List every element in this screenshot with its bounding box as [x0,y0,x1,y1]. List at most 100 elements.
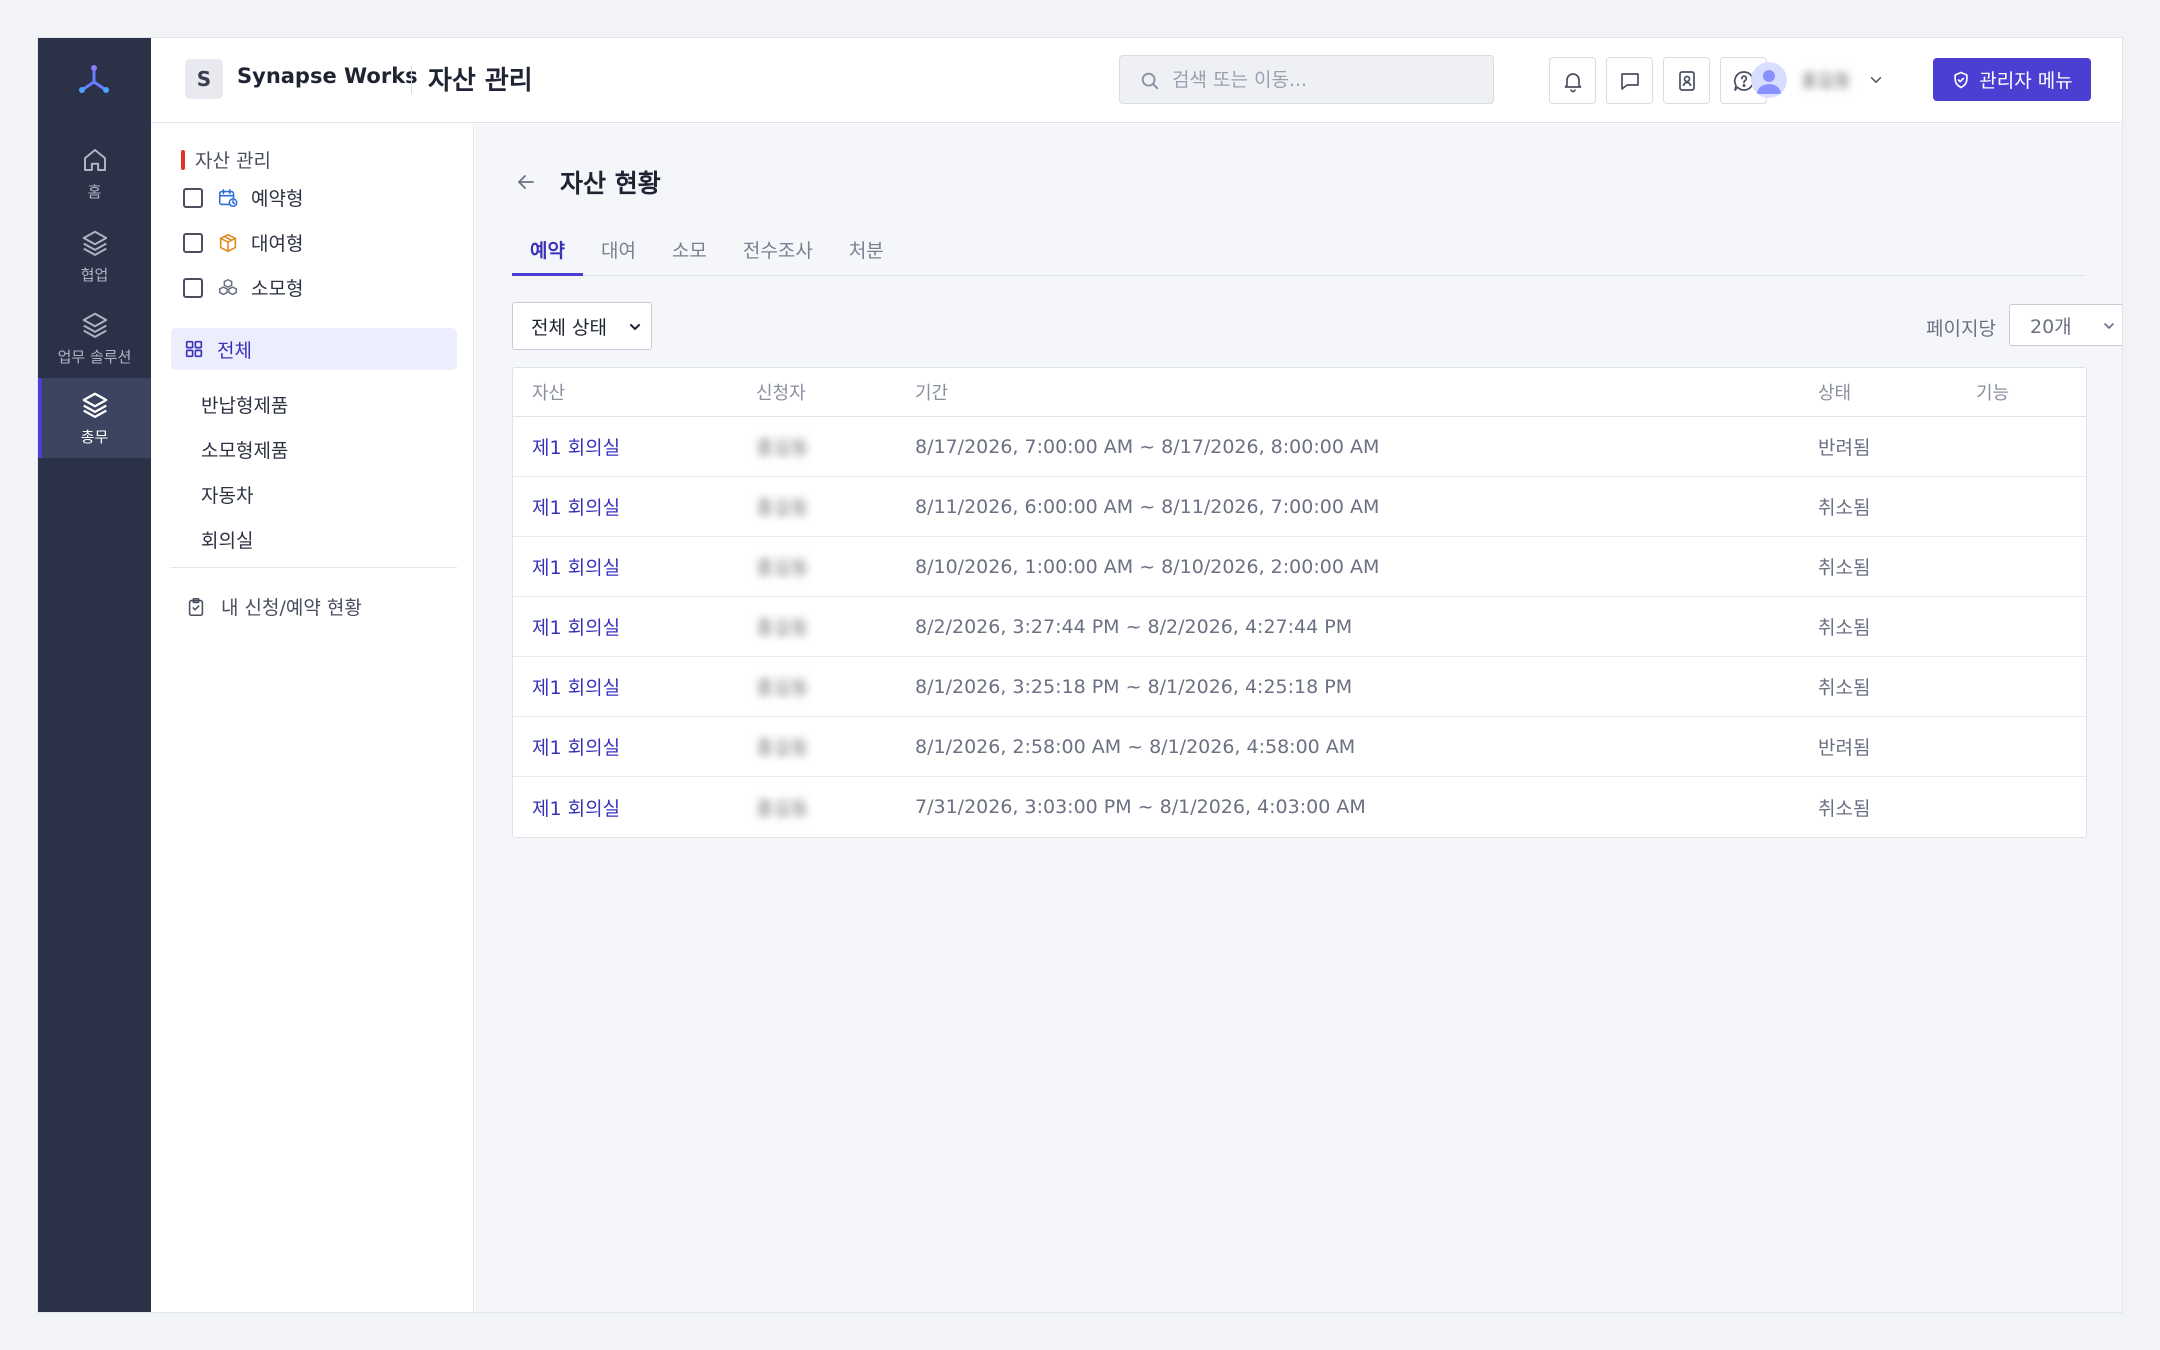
layers-icon [82,312,107,338]
sidebar-item-returnable[interactable]: 반납형제품 [201,391,288,418]
sidebar-item-my-requests[interactable]: 내 신청/예약 현황 [185,593,362,620]
consumable-checkbox[interactable] [183,277,203,298]
column-header-applicant: 신청자 [756,383,806,404]
table-row: 제1 회의실 홍길동 8/17/2026, 7:00:00 AM ~ 8/17/… [513,417,2086,477]
asset-link[interactable]: 제1 회의실 [532,717,620,776]
status-text: 반려됨 [1818,437,1871,459]
reservation-table: 자산 신청자 기간 상태 기능 제1 회의실 홍길동 8/17/2026, 7:… [512,367,2087,838]
reservation-period: 7/31/2026, 3:03:00 PM ~ 8/1/2026, 4:03:0… [915,796,1366,818]
rail-item-work-solution[interactable]: 업무 솔루션 [38,298,151,378]
main-title: 자산 현황 [560,169,661,198]
rail-item-label: 협업 [80,265,109,284]
column-header-period: 기간 [915,383,949,404]
chat-icon [1620,72,1639,90]
box-icon [219,233,237,252]
reservation-period: 8/2/2026, 3:27:44 PM ~ 8/2/2026, 4:27:44… [915,615,1353,638]
rail-item-home[interactable]: 홈 [38,133,151,213]
reservation-period: 8/1/2026, 2:58:00 AM ~ 8/1/2026, 4:58:00… [915,735,1356,758]
applicant-name: 홍길동 [756,797,809,820]
chevron-down-icon [630,324,640,331]
user-avatar-icon [1757,70,1781,94]
asset-link[interactable]: 제1 회의실 [532,597,620,656]
table-row: 제1 회의실 홍길동 8/2/2026, 3:27:44 PM ~ 8/2/20… [513,597,2086,657]
user-name: 홍길동 [1801,71,1851,92]
search-box[interactable] [1119,55,1494,104]
search-input[interactable] [1172,56,1472,103]
status-text: 취소됨 [1818,797,1871,820]
app-rail: 홈 협업 업무 솔루션 총무 [38,38,151,1312]
sidebar-item-consumable-products[interactable]: 소모형제품 [201,436,288,463]
rail-item-general-affairs[interactable]: 총무 [38,378,151,458]
filter-consumable[interactable]: 소모형 [183,274,303,301]
admin-menu-button[interactable]: 관리자 메뉴 [1933,58,2091,101]
sidebar-divider [171,567,457,568]
filter-rental[interactable]: 대여형 [183,229,303,256]
contact-book-icon [1678,70,1695,91]
per-page-value: 20개 [2030,315,2072,338]
filter-label: 소모형 [251,278,304,300]
status-text: 취소됨 [1818,617,1871,639]
chevron-down-icon [1870,77,1881,84]
sidebar-item-meeting-room[interactable]: 회의실 [201,526,253,553]
search-icon [1141,72,1159,90]
arrow-left-icon [518,175,534,189]
clipboard-check-icon [188,597,204,616]
table-row: 제1 회의실 홍길동 8/10/2026, 1:00:00 AM ~ 8/10/… [513,537,2086,597]
rail-item-collab[interactable]: 협업 [38,216,151,296]
table-row: 제1 회의실 홍길동 7/31/2026, 3:03:00 PM ~ 8/1/2… [513,777,2086,837]
tab-consumption[interactable]: 소모 [654,236,725,276]
asset-link[interactable]: 제1 회의실 [532,777,620,837]
app-window: 홈 협업 업무 솔루션 총무 S Synapse Works 자산 관리 검색 … [37,37,2123,1313]
per-page-select[interactable]: 20개 [2009,304,2122,346]
asset-link[interactable]: 제1 회의실 [532,537,620,596]
sidebar-item-label: 전체 [217,339,252,362]
shield-check-icon [1954,71,1968,88]
status-text: 반려됨 [1818,737,1871,759]
table-header: 자산 신청자 기간 상태 기능 [513,368,2086,417]
applicant-name: 홍길동 [756,737,809,759]
back-button[interactable] [512,168,540,196]
reservation-checkbox[interactable] [183,187,203,208]
header-divider [411,66,412,94]
table-row: 제1 회의실 홍길동 8/11/2026, 6:00:00 AM ~ 8/11/… [513,477,2086,537]
reservation-period: 8/17/2026, 7:00:00 AM ~ 8/17/2026, 8:00:… [915,435,1380,458]
asset-link[interactable]: 제1 회의실 [532,657,620,716]
status-filter-select[interactable]: 전체 상태 [512,302,652,350]
layers-icon [82,392,107,418]
status-text: 취소됨 [1818,557,1871,579]
sidebar-item-all[interactable]: 전체 [171,328,457,370]
rental-checkbox[interactable] [183,232,203,253]
column-header-action: 기능 [1976,383,2010,404]
app-logo-icon[interactable] [76,62,112,98]
messages-button[interactable] [1606,57,1653,104]
cubes-icon [219,278,237,295]
chevron-down-icon [2104,323,2114,330]
org-badge[interactable]: S [185,59,223,99]
user-menu[interactable]: 홍길동 [1751,60,1885,100]
tab-disposal[interactable]: 처분 [831,236,902,276]
tab-inventory-check[interactable]: 전수조사 [725,236,831,276]
sidebar-item-vehicle[interactable]: 자동차 [201,481,253,508]
asset-link[interactable]: 제1 회의실 [532,417,620,476]
filter-reservation[interactable]: 예약형 [183,184,303,211]
tab-rental[interactable]: 대여 [583,236,654,276]
top-header: S Synapse Works 자산 관리 홍길동 관 [151,38,2122,123]
rail-item-label: 홈 [87,182,102,201]
column-header-status: 상태 [1818,383,1852,404]
reservation-period: 8/10/2026, 1:00:00 AM ~ 8/10/2026, 2:00:… [915,555,1380,578]
main-content: 자산 현황 예약 대여 소모 전수조사 처분 전체 상태 페이지당 20개 자산… [475,124,2122,1312]
applicant-name: 홍길동 [756,677,809,699]
bell-icon [1564,72,1581,92]
filter-label: 예약형 [251,188,304,210]
applicant-name: 홍길동 [756,617,809,639]
asset-link[interactable]: 제1 회의실 [532,477,620,536]
table-row: 제1 회의실 홍길동 8/1/2026, 3:25:18 PM ~ 8/1/20… [513,657,2086,717]
org-name[interactable]: Synapse Works [237,64,418,88]
calendar-clock-icon [218,188,238,207]
per-page-label: 페이지당 [1926,318,1996,340]
status-text: 취소됨 [1818,497,1871,519]
contacts-button[interactable] [1663,57,1710,104]
applicant-name: 홍길동 [756,437,809,459]
tab-reservation[interactable]: 예약 [512,236,583,276]
notifications-button[interactable] [1549,57,1596,104]
